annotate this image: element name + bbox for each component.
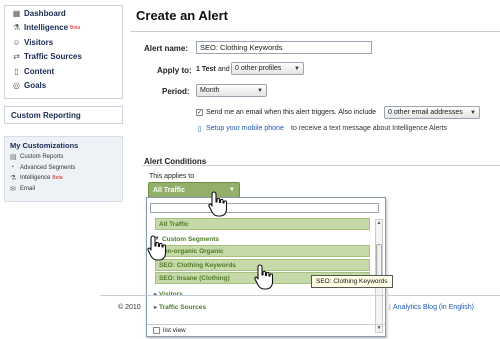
email-addresses-select[interactable]: 0 other email addresses ▼ (384, 106, 480, 119)
segment-search-input[interactable] (150, 203, 379, 213)
option-label: SEO: Clothing Keywords (159, 261, 236, 269)
email-select-value: 0 other email addresses (388, 109, 463, 116)
customization-item-label: Custom Reports (20, 154, 64, 161)
dropdown-footer: list view (147, 324, 385, 336)
list-view-label: list view (163, 327, 186, 334)
mobile-phone-icon: ▯ (197, 125, 202, 133)
advanced-segments-icon: ◔ (10, 164, 15, 172)
traffic-sources-icon: ⇄ (13, 52, 20, 62)
chevron-down-icon: ▼ (470, 109, 476, 116)
dashboard-icon: ▦ (12, 8, 21, 18)
copyright-text: © 2010 (118, 304, 141, 311)
sidebar-item-label: Traffic Sources (24, 52, 82, 62)
goals-icon: ◎ (13, 81, 20, 91)
footer-divider (100, 295, 500, 296)
profiles-select-value: 0 other profiles (235, 65, 282, 72)
footer-separator: | (389, 304, 391, 311)
title-divider (130, 31, 500, 32)
customization-item-label: Advanced Segments (20, 164, 76, 171)
setup-mobile-link[interactable]: Setup your mobile phone (206, 125, 284, 132)
hand-cursor-icon (254, 264, 274, 290)
applies-to-label: This applies to (149, 173, 195, 180)
chevron-down-icon: ▼ (294, 65, 300, 72)
period-label: Period: (162, 87, 190, 96)
analytics-blog-link[interactable]: Analytics Blog (in English) (393, 304, 474, 311)
option-label: All Traffic (159, 220, 189, 228)
hand-cursor-icon (208, 191, 228, 217)
customization-item-custom-reports[interactable]: ▤ Custom Reports (10, 152, 117, 163)
group-label: Custom Segments (161, 235, 220, 243)
apply-to-label: Apply to: (157, 66, 192, 75)
customizations-title: My Customizations (10, 141, 79, 150)
custom-reporting-link[interactable]: Custom Reporting (4, 106, 123, 124)
custom-reports-icon: ▤ (10, 154, 17, 162)
intelligence-icon: ⚗ (12, 23, 21, 33)
sidebar-nav: ▦ Dashboard ⚗ Intelligence Beta ☺ Visito… (4, 5, 123, 99)
mobile-text: to receive a text message about Intellig… (291, 125, 448, 132)
group-traffic-sources[interactable]: ▸ Traffic Sources (151, 301, 351, 313)
custom-reporting-label: Custom Reporting (11, 110, 81, 120)
customization-item-intelligence[interactable]: ⚗ Intelligence Beta (10, 173, 117, 184)
customization-item-label: Intelligence (20, 175, 51, 182)
sidebar-item-label: Visitors (24, 37, 54, 47)
apply-to-count: 1 Test (196, 66, 216, 73)
group-label: Visitors (159, 290, 183, 298)
customization-item-label: Email (20, 185, 36, 192)
email-option-text: Send me an email when this alert trigger… (206, 109, 377, 116)
sidebar-item-traffic-sources[interactable]: ⇄ Traffic Sources (5, 50, 122, 65)
sidebar-item-label: Content (24, 66, 55, 76)
beta-badge: Beta (70, 24, 81, 31)
group-custom-segments[interactable]: ▼ Custom Segments (151, 233, 351, 245)
visitors-icon: ☺ (12, 37, 21, 47)
expand-triangle-icon: ▸ (154, 304, 158, 311)
sidebar-item-visitors[interactable]: ☺ Visitors (5, 35, 122, 50)
sidebar-item-label: Intelligence (24, 23, 69, 33)
option-label: SEO: Insane (Clothing) (159, 274, 230, 282)
expand-triangle-icon: ▸ (154, 291, 157, 298)
page-title: Create an Alert (136, 8, 228, 23)
email-icon: ✉ (10, 185, 16, 193)
sidebar-item-content[interactable]: ▯ Content (5, 64, 122, 79)
checkmark-icon: ✓ (196, 110, 203, 116)
group-label: Traffic Sources (159, 303, 206, 311)
period-select-value: Month (200, 87, 220, 94)
conditions-divider (142, 165, 500, 166)
apply-to-and: and (218, 66, 230, 73)
alert-name-input[interactable]: SEO: Clothing Keywords (196, 41, 372, 54)
customization-item-advanced-segments[interactable]: ◔ Advanced Segments (10, 163, 117, 174)
content-icon: ▯ (14, 66, 19, 76)
list-view-checkbox[interactable] (153, 327, 160, 334)
scroll-up-icon[interactable]: ▲ (376, 220, 382, 227)
sidebar-item-label: Goals (24, 81, 47, 91)
customization-item-email[interactable]: ✉ Email (10, 184, 117, 195)
sidebar-item-goals[interactable]: ◎ Goals (5, 79, 122, 94)
email-checkbox[interactable]: ✓ (196, 109, 203, 116)
hand-cursor-icon (147, 235, 167, 261)
period-select[interactable]: Month ▼ (196, 84, 267, 97)
alert-name-label: Alert name: (144, 44, 189, 53)
alert-name-value: SEO: Clothing Keywords (200, 43, 283, 52)
sidebar-item-label: Dashboard (24, 8, 66, 18)
tooltip: SEO: Clothing Keywords (311, 275, 393, 288)
chevron-down-icon: ▼ (257, 87, 263, 94)
group-visitors[interactable]: ▸ Visitors (151, 288, 351, 300)
segment-select-value: All Traffic (153, 186, 185, 194)
option-all-traffic[interactable]: All Traffic (155, 218, 370, 230)
profiles-select[interactable]: 0 other profiles ▼ (231, 62, 304, 75)
sidebar-item-dashboard[interactable]: ▦ Dashboard (5, 6, 122, 21)
option-custom-segment[interactable]: Non-organic Organic (155, 245, 370, 257)
intelligence-icon: ⚗ (10, 175, 17, 183)
tooltip-text: SEO: Clothing Keywords (316, 278, 388, 285)
sidebar-item-intelligence[interactable]: ⚗ Intelligence Beta (5, 21, 122, 36)
beta-badge: Beta (52, 175, 63, 182)
my-customizations-panel: My Customizations ▤ Custom Reports ◔ Adv… (4, 136, 123, 202)
